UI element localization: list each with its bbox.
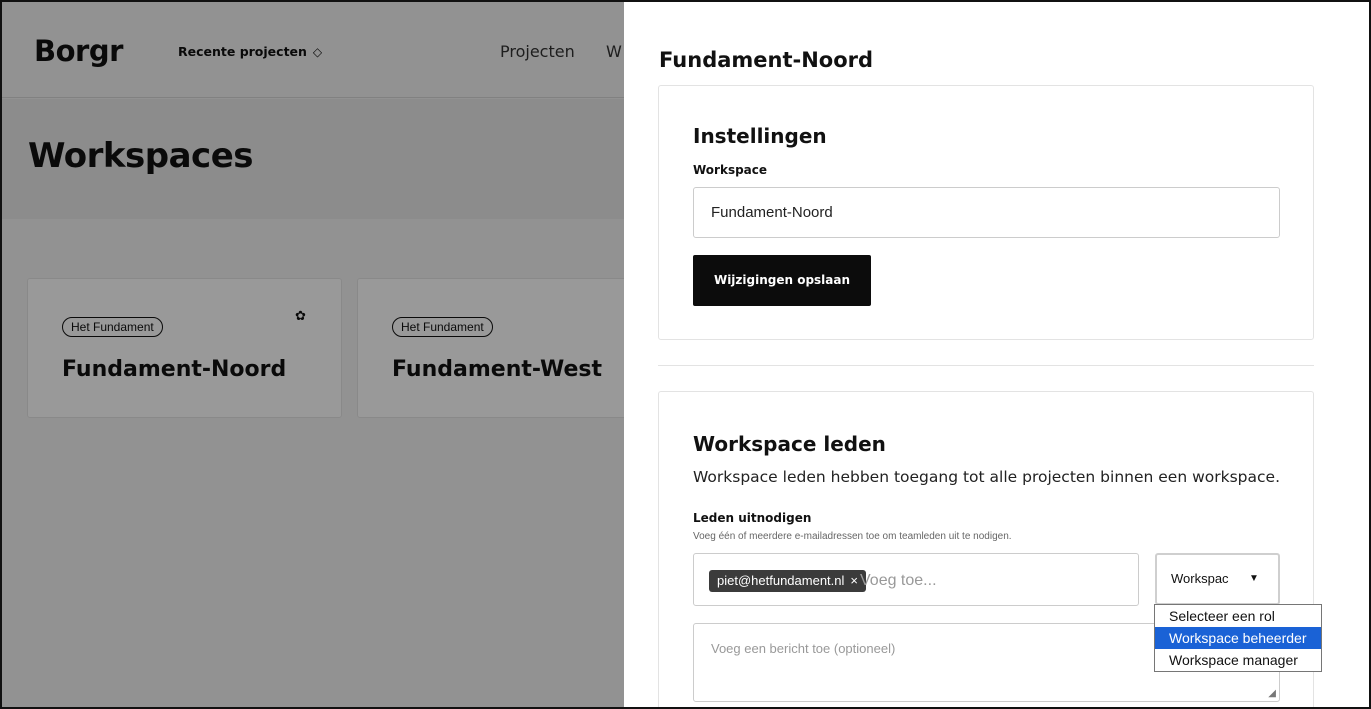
role-select[interactable]: Workspac ▼ bbox=[1155, 553, 1280, 605]
close-icon[interactable]: × bbox=[850, 573, 858, 588]
role-select-value: Workspac bbox=[1171, 571, 1229, 586]
message-placeholder: Voeg een bericht toe (optioneel) bbox=[711, 641, 896, 656]
workspace-name-input[interactable]: Fundament-Noord bbox=[693, 187, 1280, 238]
workspace-settings-panel: Fundament-Noord Instellingen Workspace F… bbox=[624, 2, 1369, 707]
role-option-manager[interactable]: Workspace manager bbox=[1155, 649, 1321, 671]
role-option-beheerder[interactable]: Workspace beheerder bbox=[1155, 627, 1321, 649]
add-email-placeholder[interactable]: Voeg toe... bbox=[860, 570, 937, 592]
save-changes-button[interactable]: Wijzigingen opslaan bbox=[693, 255, 871, 306]
workspace-name-label: Workspace bbox=[693, 163, 768, 177]
invite-members-hint: Voeg één of meerdere e-mailadressen toe … bbox=[693, 531, 1012, 542]
members-description: Workspace leden hebben toegang tot alle … bbox=[693, 468, 1280, 486]
app-frame: Borgr Recente projecten ◇ Projecten W Wor… bbox=[0, 0, 1371, 709]
role-dropdown-list: Selecteer een rol Workspace beheerder Wo… bbox=[1154, 604, 1322, 672]
members-heading: Workspace leden bbox=[693, 432, 886, 456]
resize-handle-icon[interactable]: ◢ bbox=[1268, 688, 1276, 699]
modal-backdrop[interactable] bbox=[2, 2, 624, 707]
invite-members-label: Leden uitnodigen bbox=[693, 511, 812, 525]
email-chip-label: piet@hetfundament.nl bbox=[717, 573, 845, 588]
settings-heading: Instellingen bbox=[693, 124, 827, 148]
section-divider bbox=[658, 365, 1314, 366]
background-app: Borgr Recente projecten ◇ Projecten W Wor… bbox=[2, 2, 657, 707]
email-chip: piet@hetfundament.nl × bbox=[709, 570, 866, 592]
role-option-select[interactable]: Selecteer een rol bbox=[1155, 605, 1321, 627]
caret-down-icon: ▼ bbox=[1249, 573, 1259, 584]
email-tags-input[interactable]: piet@hetfundament.nl × Voeg toe... bbox=[693, 553, 1139, 606]
settings-section: Instellingen Workspace Fundament-Noord W… bbox=[658, 85, 1314, 340]
panel-title: Fundament-Noord bbox=[659, 48, 874, 72]
